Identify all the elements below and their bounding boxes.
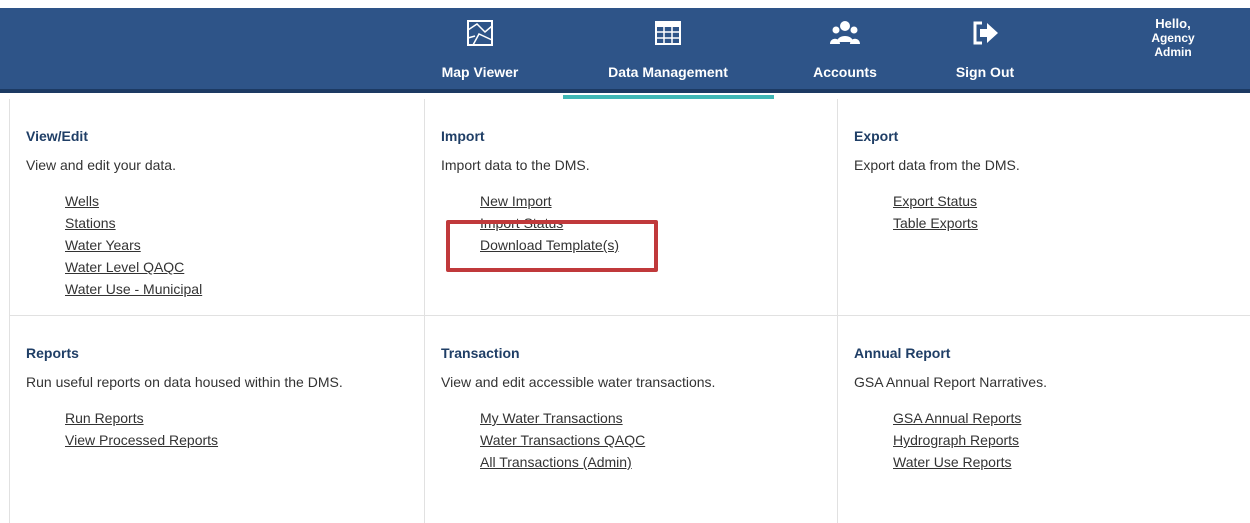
section-links: GSA Annual Reports Hydrograph Reports Wa… xyxy=(893,407,1021,473)
section-import: Import Import data to the DMS. New Impor… xyxy=(425,99,838,316)
link-new-import[interactable]: New Import xyxy=(480,190,619,212)
link-table-exports[interactable]: Table Exports xyxy=(893,212,978,234)
link-all-transactions-admin[interactable]: All Transactions (Admin) xyxy=(480,451,645,473)
table-icon xyxy=(655,21,681,45)
nav-accounts[interactable]: Accounts xyxy=(805,8,885,93)
nav-map-viewer[interactable]: Map Viewer xyxy=(430,8,530,93)
section-transaction: Transaction View and edit accessible wat… xyxy=(425,316,838,523)
section-links: Wells Stations Water Years Water Level Q… xyxy=(65,190,202,300)
section-title: View/Edit xyxy=(26,128,88,144)
map-icon xyxy=(467,20,493,46)
link-wells[interactable]: Wells xyxy=(65,190,202,212)
greeting-user-last: Admin xyxy=(1154,44,1192,59)
link-run-reports[interactable]: Run Reports xyxy=(65,407,218,429)
link-stations[interactable]: Stations xyxy=(65,212,202,234)
section-description: View and edit accessible water transacti… xyxy=(441,374,716,390)
section-title: Annual Report xyxy=(854,345,951,361)
section-view-edit: View/Edit View and edit your data. Wells… xyxy=(10,99,425,316)
link-export-status[interactable]: Export Status xyxy=(893,190,978,212)
link-view-processed-reports[interactable]: View Processed Reports xyxy=(65,429,218,451)
link-water-use-reports[interactable]: Water Use Reports xyxy=(893,451,1021,473)
sign-out-icon xyxy=(973,21,998,45)
section-description: Run useful reports on data housed within… xyxy=(26,374,343,390)
greeting-user-first: Agency xyxy=(1151,30,1195,45)
highlight-annotation xyxy=(446,220,658,272)
link-my-water-transactions[interactable]: My Water Transactions xyxy=(480,407,645,429)
left-gutter xyxy=(0,99,10,523)
users-icon xyxy=(830,21,860,44)
link-water-level-qaqc[interactable]: Water Level QAQC xyxy=(65,256,202,278)
link-water-use-municipal[interactable]: Water Use - Municipal xyxy=(65,278,202,300)
section-links: Run Reports View Processed Reports xyxy=(65,407,218,451)
section-title: Import xyxy=(441,128,485,144)
section-export: Export Export data from the DMS. Export … xyxy=(838,99,1250,316)
nav-label: Map Viewer xyxy=(441,64,519,80)
section-links: My Water Transactions Water Transactions… xyxy=(480,407,645,473)
section-description: View and edit your data. xyxy=(26,157,176,173)
nav-label: Accounts xyxy=(813,64,877,80)
section-description: Import data to the DMS. xyxy=(441,157,590,173)
link-water-transactions-qaqc[interactable]: Water Transactions QAQC xyxy=(480,429,645,451)
section-reports: Reports Run useful reports on data house… xyxy=(10,316,425,523)
top-nav-bar: Map Viewer Data Management Accounts Sign… xyxy=(0,0,1250,93)
greeting-hello: Hello, xyxy=(1155,16,1191,31)
section-grid: View/Edit View and edit your data. Wells… xyxy=(10,99,1250,523)
link-hydrograph-reports[interactable]: Hydrograph Reports xyxy=(893,429,1021,451)
section-annual-report: Annual Report GSA Annual Report Narrativ… xyxy=(838,316,1250,523)
link-gsa-annual-reports[interactable]: GSA Annual Reports xyxy=(893,407,1021,429)
nav-label: Data Management xyxy=(608,64,728,80)
nav-sign-out[interactable]: Sign Out xyxy=(945,8,1025,93)
section-description: GSA Annual Report Narratives. xyxy=(854,374,1047,390)
section-title: Export xyxy=(854,128,899,144)
section-title: Transaction xyxy=(441,345,520,361)
section-description: Export data from the DMS. xyxy=(854,157,1020,173)
link-water-years[interactable]: Water Years xyxy=(65,234,202,256)
section-links: Export Status Table Exports xyxy=(893,190,978,234)
section-title: Reports xyxy=(26,345,79,361)
user-greeting: Hello, Agency Admin xyxy=(1128,16,1218,60)
nav-label: Sign Out xyxy=(955,64,1015,80)
nav-data-management[interactable]: Data Management xyxy=(593,8,743,93)
